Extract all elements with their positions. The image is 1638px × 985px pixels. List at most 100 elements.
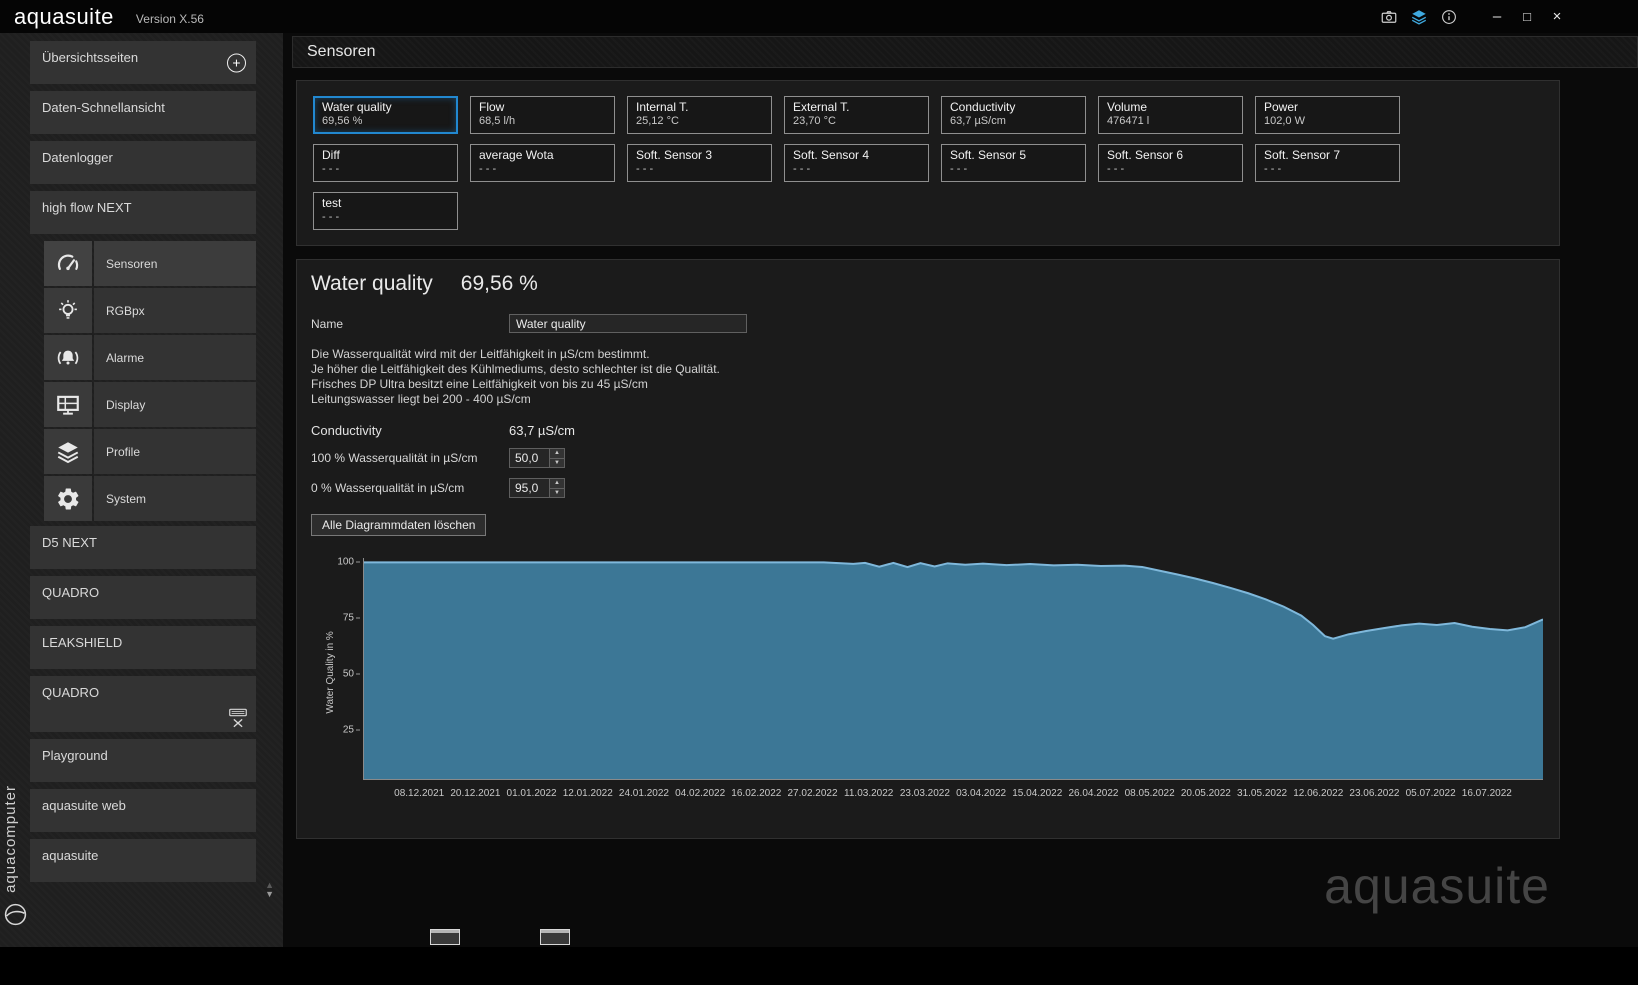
maximize-button[interactable]: □ [1512,0,1542,33]
spinner-down-icon[interactable]: ▼ [550,458,564,467]
sidebar-subitem-rgbpx[interactable]: RGBpx [44,288,256,333]
water-quality-chart: Water Quality in % 100 75 50 25 08.12.2021 2… [311,548,1545,810]
sensor-tile-conductivity[interactable]: Conductivity 63,7 µS/cm [941,96,1086,134]
tile-name: Water quality [322,100,392,114]
version-label: Version X.56 [135,11,204,26]
peek-thumbnail-2[interactable] [540,929,570,945]
sensor-tile-internal-t[interactable]: Internal T. 25,12 °C [627,96,772,134]
sensor-tile-external-t[interactable]: External T. 23,70 °C [784,96,929,134]
screenshot-camera-icon[interactable] [1374,0,1404,33]
info-icon[interactable] [1434,0,1464,33]
add-overview-page-button[interactable]: + [227,53,246,72]
sidebar-item-label: QUADRO [42,685,100,700]
spinner-value: 50,0 [515,451,539,465]
sensor-tiles-panel: Water quality 69,56 % Flow 68,5 l/h Internal… [296,80,1560,246]
sidebar-subitem-profile[interactable]: Profile [44,429,256,474]
sidebar-item-leakshield[interactable]: LEAKSHIELD [30,626,256,669]
y-tick-label: 100 [337,557,360,568]
bell-icon [44,335,92,380]
tile-name: average Wota [479,148,554,162]
sensor-tile-water-quality[interactable]: Water quality 69,56 % [313,96,458,134]
sidebar-subitem-system[interactable]: System [44,476,256,521]
y-tick-label: 50 [343,669,360,680]
spinner-up-icon[interactable]: ▲ [550,449,564,459]
tile-name: Soft. Sensor 6 [1107,148,1184,162]
sidebar-item-label: D5 NEXT [42,535,97,550]
sidebar-subitem-alarme[interactable]: Alarme [44,335,256,380]
sidebar-subitem-label: Alarme [94,335,256,380]
x-tick-label: 03.04.2022 [956,788,1007,799]
close-button[interactable]: × [1542,0,1572,33]
sensor-tile-volume[interactable]: Volume 476471 l [1098,96,1243,134]
tile-value: - - - [1107,163,1125,175]
x-tick-label: 05.07.2022 [1405,788,1456,799]
sidebar-item-label: high flow NEXT [42,200,132,215]
sidebar-subitem-display[interactable]: Display [44,382,256,427]
sidebar-item-aquasuite-web[interactable]: aquasuite web [30,789,256,832]
sensor-tile-soft-sensor-5[interactable]: Soft. Sensor 5- - - [941,144,1086,182]
tile-value: 69,56 % [322,115,363,127]
scroll-down-icon[interactable]: ▼ [265,890,274,899]
tile-value: 63,7 µS/cm [950,115,1006,127]
tile-value: - - - [636,163,654,175]
tile-name: External T. [793,100,850,114]
profiles-layers-icon[interactable] [1404,0,1434,33]
tile-name: Soft. Sensor 3 [636,148,713,162]
tile-name: Soft. Sensor 5 [950,148,1027,162]
aquasuite-watermark: aquasuite [1324,858,1550,914]
sensor-tile-average-wota[interactable]: average Wota - - - [470,144,615,182]
x-tick-label: 11.03.2022 [844,788,894,799]
tile-value: - - - [1264,163,1282,175]
sidebar-item-quadro-2[interactable]: QUADRO [30,676,256,732]
area-chart-svg [364,558,1543,779]
wq100-label: 100 % Wasserqualität in µS/cm [311,451,478,465]
clear-diagram-data-button[interactable]: Alle Diagrammdaten löschen [311,514,487,536]
gauge-icon [44,241,92,286]
sidebar-item-uebersichtsseiten[interactable]: Übersichtsseiten + [30,41,256,84]
sensor-tile-soft-sensor-6[interactable]: Soft. Sensor 6- - - [1098,144,1243,182]
sensor-tile-flow[interactable]: Flow 68,5 l/h [470,96,615,134]
wq100-spinner[interactable]: 50,0 ▲ ▼ [509,448,565,468]
sensor-tile-power[interactable]: Power 102,0 W [1255,96,1400,134]
page-title-text: Sensoren [307,43,376,60]
sidebar-item-d5-next[interactable]: D5 NEXT [30,526,256,569]
sensor-tile-soft-sensor-3[interactable]: Soft. Sensor 3- - - [627,144,772,182]
sidebar-scroll-arrows[interactable]: ▲ ▼ [265,881,274,899]
tile-name: Flow [479,100,505,114]
sensor-name-input[interactable] [509,314,747,333]
sidebar-item-datenlogger[interactable]: Datenlogger [30,141,256,184]
tile-value: 23,70 °C [793,115,836,127]
aquacomputer-vertical-brand: aquacomputer [2,785,19,893]
name-label: Name [311,316,344,331]
wq0-spinner[interactable]: 95,0 ▲ ▼ [509,478,565,498]
sidebar-item-quadro[interactable]: QUADRO [30,576,256,619]
y-tick-label: 75 [343,613,360,624]
tile-name: Diff [322,148,340,162]
sidebar-item-aquasuite[interactable]: aquasuite [30,839,256,882]
x-tick-label: 27.02.2022 [787,788,838,799]
peek-thumbnail-1[interactable] [430,929,460,945]
minimize-button[interactable]: – [1482,0,1512,33]
sidebar-subitem-sensoren[interactable]: Sensoren [44,241,256,286]
x-axis-labels: 08.12.2021 20.12.2021 01.01.2022 12.01.2022… [363,788,1543,802]
spinner-down-icon[interactable]: ▼ [550,488,564,497]
sensor-tile-soft-sensor-4[interactable]: Soft. Sensor 4- - - [784,144,929,182]
main-content: Sensoren Water quality 69,56 % Flow 68,5 l/… [292,36,1638,985]
sensor-tile-test[interactable]: test - - - [313,192,458,230]
sidebar-subitem-label: Profile [94,429,256,474]
sensor-tile-soft-sensor-7[interactable]: Soft. Sensor 7- - - [1255,144,1400,182]
area-series [364,562,1543,779]
conductivity-value: 63,7 µS/cm [509,423,576,438]
sidebar-item-playground[interactable]: Playground [30,739,256,782]
x-tick-label: 04.02.2022 [675,788,726,799]
sidebar-item-label: Datenlogger [42,150,113,165]
spinner-up-icon[interactable]: ▲ [550,479,564,489]
sidebar-item-daten-schnellansicht[interactable]: Daten-Schnellansicht [30,91,256,134]
spinner-value: 95,0 [515,481,539,495]
sidebar-item-high-flow-next[interactable]: high flow NEXT [30,191,256,234]
tile-name: Internal T. [636,100,689,114]
x-tick-label: 01.01.2022 [506,788,557,799]
sensor-tile-diff[interactable]: Diff - - - [313,144,458,182]
aquacomputer-logo-icon [3,902,28,927]
sensor-detail-panel: Water quality 69,56 % Name Die Wasserqua… [296,259,1560,839]
